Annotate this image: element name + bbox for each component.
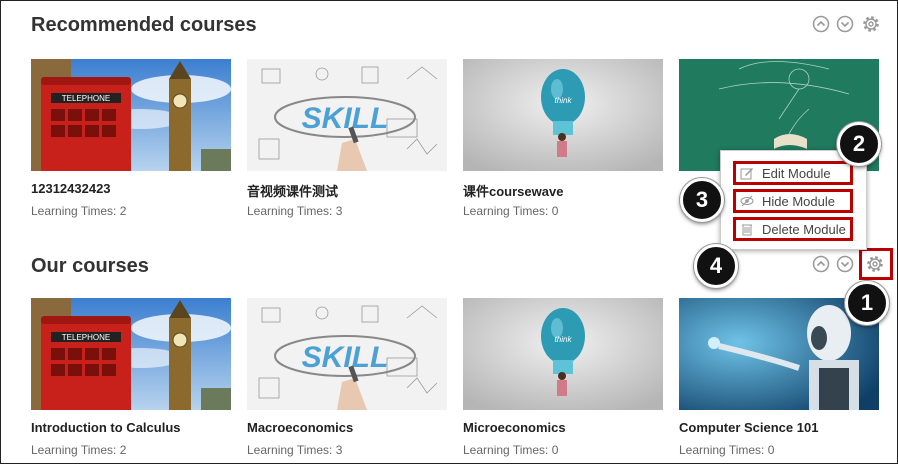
course-card[interactable]: Computer Science 101 Learning Times: 0 — [679, 298, 879, 460]
think-text: think — [555, 96, 573, 105]
hide-module-item[interactable]: Hide Module — [733, 189, 853, 213]
course-title[interactable]: Microeconomics — [463, 420, 566, 435]
move-up-icon[interactable] — [812, 255, 830, 273]
course-card[interactable]: SKILL 音视频课件测试 Learning Times: 3 — [247, 59, 447, 224]
gear-icon[interactable] — [861, 14, 881, 34]
course-thumbnail[interactable]: SKILL — [247, 59, 447, 171]
course-thumbnail[interactable]: think — [463, 59, 663, 171]
our-courses-section-title: Our courses — [31, 255, 149, 277]
delete-module-label: Delete Module — [762, 221, 846, 237]
course-card[interactable]: SKILL Macroeconomics Learning Times: 3 — [247, 298, 447, 460]
gear-highlight-box — [859, 248, 893, 280]
course-title[interactable]: Introduction to Calculus — [31, 420, 181, 435]
learning-times: Learning Times: 0 — [679, 443, 775, 457]
learning-times: Learning Times: 3 — [247, 204, 343, 218]
callout-1: 1 — [845, 281, 889, 325]
learning-times: Learning Times: 0 — [463, 204, 559, 218]
edit-module-label: Edit Module — [762, 165, 831, 181]
course-card[interactable]: TELEPHONE 12312432423 Learning Times: 2 — [31, 59, 231, 224]
edit-module-item[interactable]: Edit Module — [733, 161, 853, 185]
learning-times: Learning Times: 3 — [247, 443, 343, 457]
callout-4: 4 — [694, 244, 738, 288]
course-card[interactable]: TELEPHONE Introduction to Calculus Learn… — [31, 298, 231, 460]
course-thumbnail[interactable]: TELEPHONE — [31, 59, 231, 171]
module-options-menu: Edit Module Hide Module Delete Module — [720, 150, 867, 250]
course-title[interactable]: 课件coursewave — [463, 181, 563, 200]
telephone-sign-text: TELEPHONE — [62, 94, 110, 103]
course-title[interactable]: Computer Science 101 — [679, 420, 818, 435]
move-down-icon[interactable] — [836, 15, 854, 33]
course-title[interactable]: 12312432423 — [31, 181, 111, 196]
skill-text: SKILL — [302, 102, 389, 135]
hide-module-label: Hide Module — [762, 193, 835, 209]
course-card[interactable]: think 课件coursewave Learning Times: 0 — [463, 59, 663, 224]
course-card[interactable]: think Microeconomics Learning Times: 0 — [463, 298, 663, 460]
trash-icon — [742, 224, 752, 236]
course-title[interactable]: 音视频课件测试 — [247, 181, 338, 200]
course-thumbnail[interactable]: SKILL — [247, 298, 447, 410]
course-thumbnail[interactable]: think — [463, 298, 663, 410]
delete-module-item[interactable]: Delete Module — [733, 217, 853, 241]
learning-times: Learning Times: 2 — [31, 443, 127, 457]
callout-3: 3 — [680, 178, 724, 222]
move-down-icon[interactable] — [836, 255, 854, 273]
recommended-section-title: Recommended courses — [31, 14, 257, 36]
course-title[interactable]: Macroeconomics — [247, 420, 353, 435]
think-text: think — [555, 335, 573, 344]
course-thumbnail[interactable]: TELEPHONE — [31, 298, 231, 410]
callout-2: 2 — [837, 122, 881, 166]
move-up-icon[interactable] — [812, 15, 830, 33]
learning-times: Learning Times: 0 — [463, 443, 559, 457]
edit-icon — [740, 168, 753, 180]
telephone-sign-text: TELEPHONE — [62, 333, 110, 342]
skill-text: SKILL — [302, 341, 389, 374]
eye-slash-icon — [740, 195, 754, 207]
learning-times: Learning Times: 2 — [31, 204, 127, 218]
